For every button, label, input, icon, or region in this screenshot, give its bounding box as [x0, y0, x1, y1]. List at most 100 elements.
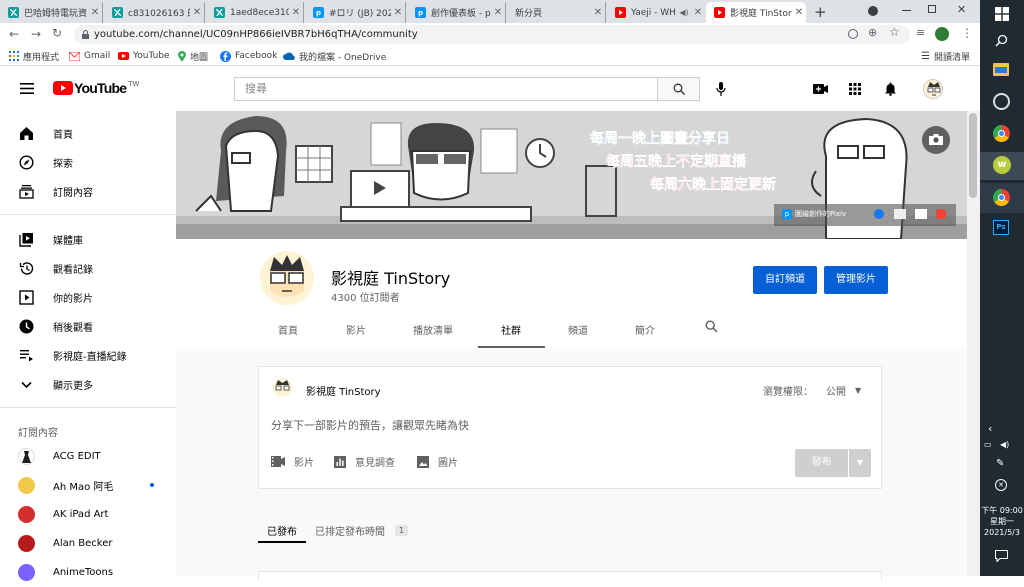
close-tab-icon[interactable]: ✕ — [190, 7, 204, 18]
subscription-item[interactable]: AnimeToons — [0, 558, 176, 587]
subscription-item[interactable]: Ah Mao 阿毛 — [0, 471, 176, 500]
bookmark-maps[interactable]: 地圖 — [178, 49, 208, 63]
page-scrollbar[interactable] — [967, 111, 980, 576]
chrome-window-slot[interactable] — [980, 183, 1024, 213]
zoom-icon[interactable]: ⊕ — [868, 26, 877, 39]
bookmark-apps[interactable]: 應用程式 — [9, 49, 59, 63]
banner-link-icon[interactable] — [936, 209, 946, 219]
close-tab-icon[interactable]: ✕ — [792, 7, 806, 18]
network-icon[interactable]: ▭ — [984, 440, 992, 449]
sidebar-item-explore[interactable]: 探索 — [0, 148, 176, 177]
scrollbar-thumb[interactable] — [969, 113, 977, 198]
tab-scheduled[interactable]: 已排定發布時間 1 — [315, 523, 409, 538]
tab-about[interactable]: 簡介 — [635, 322, 655, 337]
subscription-item[interactable]: AK iPad Art — [0, 500, 176, 529]
attach-poll-button[interactable]: 意見調查 — [334, 454, 395, 469]
close-tab-icon[interactable]: ✕ — [691, 7, 705, 18]
create-video-icon[interactable] — [813, 84, 828, 94]
bookmark-star-icon[interactable]: ☆ — [889, 25, 900, 39]
browser-tab-active[interactable]: 影視庭 TinStory ✕ — [706, 2, 806, 23]
browser-tab[interactable]: p 創作優表板 - pi ✕ — [407, 2, 506, 23]
search-input[interactable]: 搜尋 — [234, 77, 657, 101]
photoshop-icon[interactable]: Ps — [993, 220, 1009, 235]
notification-status-icon[interactable]: ✕ — [995, 479, 1007, 491]
close-tab-icon[interactable]: ✕ — [591, 7, 605, 18]
channel-search-icon[interactable] — [705, 320, 718, 333]
microphone-icon[interactable] — [716, 82, 726, 96]
sidebar-item-subscriptions[interactable]: 訂閱內容 — [0, 177, 176, 206]
install-app-icon[interactable] — [848, 29, 858, 39]
tab-videos[interactable]: 影片 — [346, 322, 366, 337]
manage-videos-button[interactable]: 管理影片 — [824, 266, 888, 294]
forward-arrow-icon[interactable]: → — [31, 27, 41, 41]
windows-start-icon[interactable] — [995, 7, 1009, 21]
browser-tab[interactable]: 巴哈姆特電玩資 ✕ — [0, 2, 103, 23]
sidebar-item-home[interactable]: 首頁 — [0, 119, 176, 148]
attach-image-button[interactable]: 圖片 — [417, 454, 458, 469]
customize-channel-button[interactable]: 自訂頻道 — [753, 266, 817, 294]
account-avatar[interactable] — [923, 79, 943, 99]
sidebar-item-history[interactable]: 觀看記錄 — [0, 254, 176, 283]
tab-community[interactable]: 社群 — [501, 322, 521, 337]
tab-channels[interactable]: 頻道 — [568, 322, 588, 337]
tab-search-icon[interactable] — [868, 6, 878, 16]
sidebar-item-library[interactable]: 媒體庫 — [0, 225, 176, 254]
browser-tab[interactable]: 新分頁 ✕ — [507, 2, 606, 23]
sidebar-item-watch-later[interactable]: 稍後觀看 — [0, 312, 176, 341]
tab-playlists[interactable]: 播放清單 — [413, 322, 453, 337]
subscription-item[interactable]: ACG EDIT — [0, 442, 176, 471]
show-hidden-icons-chevron-icon[interactable]: ‹ — [988, 422, 992, 435]
search-button[interactable] — [657, 77, 700, 101]
tab-published[interactable]: 已發布 — [267, 523, 297, 538]
publish-button[interactable]: 發布 — [795, 449, 848, 477]
visibility-dropdown[interactable]: 公開 ▼ — [826, 383, 861, 398]
taskbar-search-icon[interactable] — [995, 34, 1008, 47]
action-center-icon[interactable] — [995, 550, 1008, 562]
sidebar-item-show-more[interactable]: 顯示更多 — [0, 370, 176, 399]
chrome-menu-icon[interactable]: ⋮ — [961, 26, 973, 40]
bookmark-youtube[interactable]: YouTube — [118, 49, 170, 63]
notifications-bell-icon[interactable] — [884, 82, 897, 96]
audio-playing-icon[interactable]: ◀) — [677, 8, 691, 17]
bookmark-facebook[interactable]: Facebook — [220, 49, 277, 63]
file-explorer-icon[interactable] — [993, 63, 1009, 76]
tab-home[interactable]: 首頁 — [278, 322, 298, 337]
browser-tab[interactable]: p #ロリ (JB) 2021 ✕ — [305, 2, 406, 23]
media-control-icon[interactable]: ≡ — [916, 26, 925, 39]
back-arrow-icon[interactable]: ← — [9, 27, 19, 41]
pen-icon[interactable]: ✎ — [996, 458, 1004, 469]
close-tab-icon[interactable]: ✕ — [391, 7, 405, 18]
close-tab-icon[interactable]: ✕ — [88, 7, 102, 18]
publish-options-icon[interactable]: ▼ — [849, 449, 871, 477]
banner-facebook-link-icon[interactable] — [874, 209, 884, 219]
browser-tab[interactable]: 1aed8ece3101 ✕ — [206, 2, 304, 23]
banner-pixiv-link[interactable]: p 圖繪創作的Pixiv — [782, 209, 846, 219]
close-tab-icon[interactable]: ✕ — [491, 7, 505, 18]
post-text-input[interactable]: 分享下一部影片的預告，讓觀眾先睹為快 — [271, 417, 469, 433]
hamburger-menu-icon[interactable] — [20, 83, 34, 94]
chrome-taskbar-icon[interactable] — [993, 125, 1010, 142]
banner-link-icon[interactable] — [915, 209, 927, 219]
app-icon[interactable] — [993, 93, 1010, 110]
subscription-item[interactable]: Alan Becker — [0, 529, 176, 558]
attach-video-button[interactable]: 影片 — [271, 454, 314, 469]
sidebar-item-your-videos[interactable]: 你的影片 — [0, 283, 176, 312]
bookmark-gmail[interactable]: Gmail — [69, 49, 110, 63]
new-tab-button[interactable]: + — [814, 3, 827, 21]
browser-tab[interactable]: Yaeji - WH ◀) ✕ — [607, 2, 705, 23]
close-window-icon[interactable]: ✕ — [957, 3, 966, 16]
close-tab-icon[interactable]: ✕ — [289, 7, 303, 18]
reload-icon[interactable]: ↻ — [52, 26, 62, 40]
minimize-icon[interactable] — [902, 10, 911, 11]
youtube-logo[interactable]: YouTube TW — [53, 80, 139, 96]
active-taskbar-slot[interactable]: w — [980, 152, 1024, 180]
banner-link-icon[interactable] — [894, 209, 906, 219]
volume-icon[interactable]: ◀) — [1000, 440, 1009, 449]
address-bar[interactable]: youtube.com/channel/UC09nHP866ieIVBR7bH6… — [74, 25, 910, 44]
bookmark-onedrive[interactable]: 我的檔案 - OneDrive — [283, 49, 386, 63]
restore-icon[interactable] — [928, 5, 936, 13]
edit-banner-button[interactable] — [922, 126, 950, 154]
reading-list[interactable]: ☰ 閱讀清單 — [921, 49, 970, 63]
profile-avatar[interactable] — [935, 27, 949, 41]
browser-tab[interactable]: c831026163 的 ✕ — [104, 2, 205, 23]
